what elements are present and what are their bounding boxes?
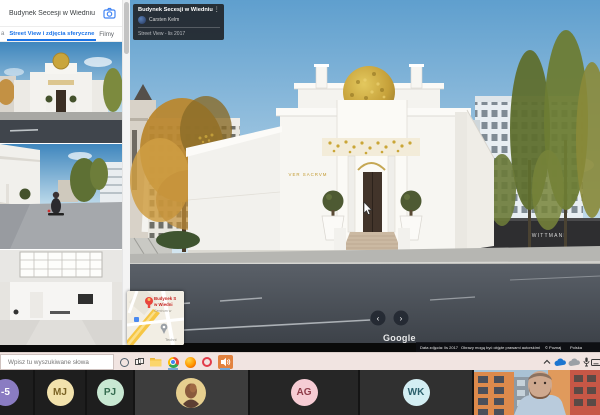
participant-tile-photo[interactable] (135, 370, 248, 415)
ver-sacrum-text: VER SACRVM (289, 172, 328, 177)
wittmann-sign-text: WITTMANN (532, 233, 569, 239)
tab-street-view[interactable]: Street View i zdjęcia sferyczne (7, 27, 96, 41)
camera-lens-icon[interactable] (103, 7, 116, 20)
participant-initials: AG (291, 379, 318, 406)
transit-station-marker (134, 317, 139, 322)
scrollbar-thumb[interactable] (124, 2, 129, 54)
participant-tile-mj[interactable]: MJ (35, 370, 85, 415)
cloud-icon[interactable] (568, 356, 580, 368)
attribution-bar: Data zdjęcia: lis 2017 Obrazy mogą być o… (416, 342, 600, 352)
speaker-app-icon[interactable] (218, 355, 233, 369)
photo-author[interactable]: Carsten Kelm (149, 17, 179, 23)
nav-arrow-right-glyph[interactable]: › (400, 314, 403, 323)
attribution-date: Data zdjęcia: lis 2017 (420, 345, 459, 350)
participant-tile-pj[interactable]: PJ (87, 370, 133, 415)
road (130, 264, 600, 343)
google-watermark: Google (383, 333, 416, 343)
participant-tile-phone[interactable]: -5 (0, 370, 33, 415)
minimap-place-label-1: Budynek S (154, 296, 176, 301)
tray-chevron-up-icon[interactable] (541, 356, 553, 368)
participant-initials: WK (403, 379, 430, 406)
opera-icon[interactable] (201, 356, 213, 368)
participant-video-feed (474, 370, 600, 415)
photo-card-title: Budynek Secesji w Wiedniu (138, 7, 214, 14)
minimap-place-label-2: w Wiedni (154, 302, 173, 307)
attribution-country[interactable]: Polska (570, 345, 583, 350)
photos-tabs: a Street View i zdjęcia sferyczne Filmy (0, 27, 122, 42)
photo-thumbnail-secession-front[interactable] (0, 42, 122, 143)
photo-thumbnail-street-side[interactable] (0, 144, 122, 249)
shared-screen: a Street View i zdjęcia sferyczne Filmy (0, 0, 600, 415)
attribution-rights: Obrazy mogą być objęte prawami autorskim… (461, 345, 540, 350)
task-view-icon[interactable] (134, 356, 146, 368)
participant-initials: -5 (0, 379, 19, 406)
nav-arrow-left-glyph[interactable]: ‹ (377, 314, 380, 323)
onedrive-cloud-icon[interactable] (554, 356, 566, 368)
participant-initials: PJ (97, 379, 124, 406)
street-view-viewport[interactable]: WITTMANN (130, 0, 600, 352)
file-explorer-icon[interactable] (150, 356, 162, 368)
minimap-sublabel: Centrum w (154, 309, 171, 313)
keyboard-icon[interactable] (590, 356, 600, 368)
maps-search-row (0, 0, 122, 27)
author-avatar (138, 16, 146, 24)
tab-videos[interactable]: Filmy (99, 31, 122, 38)
minimap-street-label: Techni (165, 337, 177, 342)
participant-tile-ag[interactable]: AG (250, 370, 358, 415)
taskbar-search-input[interactable] (0, 354, 114, 370)
photo-info-card: Budynek Secesji w Wiedniu ⋮ Carsten Kelm… (133, 4, 224, 40)
firefox-icon[interactable] (184, 356, 196, 368)
card-divider (138, 27, 220, 28)
participant-tile-wk[interactable]: WK (360, 370, 472, 415)
mouse-cursor (363, 202, 373, 216)
tab-fragment[interactable]: a (0, 31, 7, 37)
video-call-strip: -5 MJ PJ AG WK (0, 370, 600, 415)
gold-foliage-frieze (322, 138, 420, 156)
windows-taskbar (0, 352, 600, 370)
participant-photo-avatar (176, 378, 206, 408)
maps-search-input[interactable] (0, 0, 100, 26)
participant-initials: MJ (47, 379, 74, 406)
photo-thumbnail-interior[interactable] (0, 250, 122, 345)
google-maps-photos-panel: a Street View i zdjęcia sferyczne Filmy (0, 0, 122, 345)
photo-source-date: Street View - lis 2017 (138, 31, 220, 37)
participant-tile-video[interactable] (474, 370, 600, 415)
more-options-icon[interactable]: ⋮ (214, 7, 221, 13)
cortana-icon[interactable] (118, 356, 130, 368)
chrome-icon[interactable] (167, 356, 179, 368)
attribution-provider[interactable]: © Poznaj (545, 345, 561, 350)
mini-map[interactable]: Budynek S w Wiedni Centrum w Techni (127, 291, 184, 345)
